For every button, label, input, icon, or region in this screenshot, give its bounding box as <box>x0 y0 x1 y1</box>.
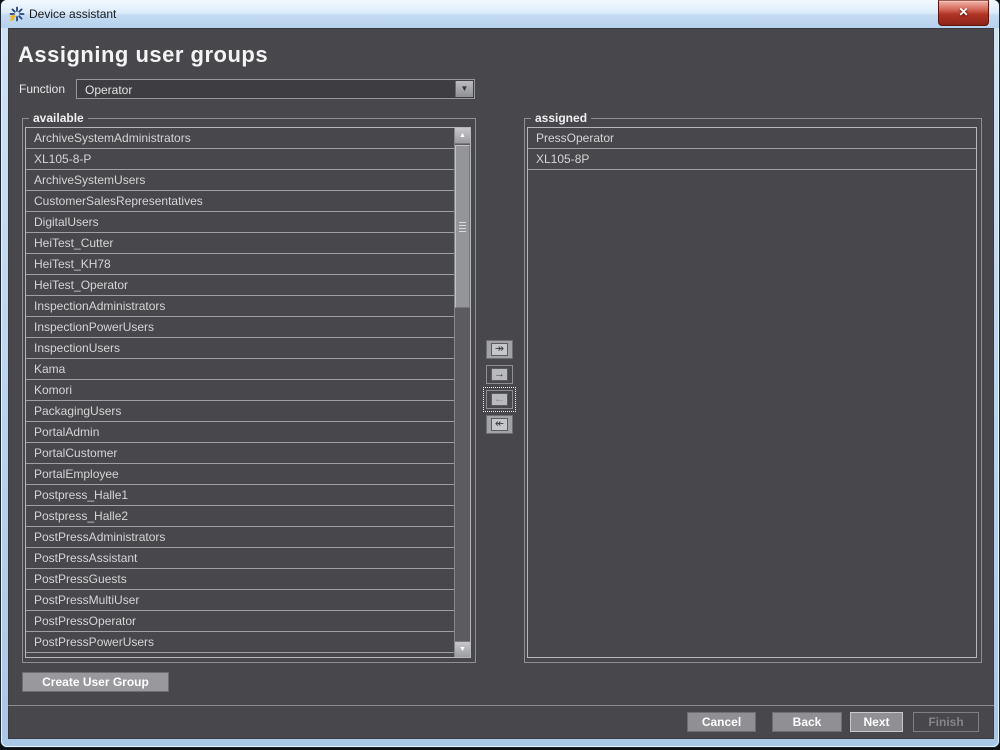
list-item[interactable]: PostPressPowerUsers <box>26 632 454 653</box>
list-item[interactable]: XL105-8P <box>528 149 976 170</box>
move-right-button[interactable]: → <box>486 365 513 384</box>
available-group-label: available <box>29 111 88 125</box>
assigned-group: assigned PressOperatorXL105-8P <box>524 118 982 663</box>
list-item[interactable]: HeiTest_Cutter <box>26 233 454 254</box>
function-dropdown[interactable]: Operator ▼ <box>76 79 475 99</box>
finish-button: Finish <box>913 712 979 732</box>
list-item[interactable]: InspectionAdministrators <box>26 296 454 317</box>
cancel-button[interactable]: Cancel <box>687 712 756 732</box>
list-item[interactable]: XL105-8-P <box>26 149 454 170</box>
list-item[interactable]: PostPressMultiUser <box>26 590 454 611</box>
double-arrow-left-icon: ↞ <box>491 418 508 431</box>
list-item[interactable]: PortalAdmin <box>26 422 454 443</box>
scrollbar-grip <box>459 222 466 232</box>
list-item[interactable]: PackagingUsers <box>26 401 454 422</box>
list-item[interactable]: ArchiveSystemAdministrators <box>26 128 454 149</box>
list-item[interactable]: InspectionPowerUsers <box>26 317 454 338</box>
scroll-down-icon[interactable]: ▼ <box>455 641 470 657</box>
move-all-right-button[interactable]: ↠ <box>486 340 513 359</box>
list-item[interactable]: PressOperator <box>528 128 976 149</box>
scroll-up-icon[interactable]: ▲ <box>455 128 470 144</box>
list-item[interactable]: HeiTest_KH78 <box>26 254 454 275</box>
create-user-group-button[interactable]: Create User Group <box>22 672 169 692</box>
move-all-left-button[interactable]: ↞ <box>486 415 513 434</box>
function-label: Function <box>19 82 65 96</box>
back-button[interactable]: Back <box>772 712 842 732</box>
assigned-group-label: assigned <box>531 111 591 125</box>
title-bar[interactable]: Device assistant ✕ <box>1 0 999 28</box>
list-item[interactable]: Postpress_Halle2 <box>26 506 454 527</box>
list-item[interactable]: PortalCustomer <box>26 443 454 464</box>
window-title: Device assistant <box>29 7 116 21</box>
list-item[interactable]: InspectionUsers <box>26 338 454 359</box>
available-group: available ArchiveSystemAdministratorsXL1… <box>22 118 476 663</box>
list-item[interactable]: PostPressOperator <box>26 611 454 632</box>
available-listbox: ArchiveSystemAdministratorsXL105-8-PArch… <box>25 127 471 658</box>
dialog-content: Assigning user groups Function Operator … <box>8 28 994 739</box>
assigned-listbox: PressOperatorXL105-8P <box>527 127 977 658</box>
available-list: ArchiveSystemAdministratorsXL105-8-PArch… <box>26 128 454 657</box>
chevron-down-icon[interactable]: ▼ <box>455 81 473 97</box>
list-item[interactable]: Komori <box>26 380 454 401</box>
function-selected-value: Operator <box>85 82 132 98</box>
list-item[interactable]: Postpress_Halle1 <box>26 485 454 506</box>
list-item[interactable]: Kama <box>26 359 454 380</box>
list-item[interactable]: PostPressAdministrators <box>26 527 454 548</box>
window-frame: Device assistant ✕ Assigning user groups… <box>1 0 999 747</box>
list-item[interactable]: PostPressAssistant <box>26 548 454 569</box>
assigned-list: PressOperatorXL105-8P <box>528 128 976 657</box>
arrow-right-icon: → <box>491 368 508 381</box>
next-button[interactable]: Next <box>850 712 903 732</box>
double-arrow-right-icon: ↠ <box>491 343 508 356</box>
scrollbar-thumb[interactable] <box>455 145 470 308</box>
close-button[interactable]: ✕ <box>938 0 989 26</box>
available-scrollbar[interactable]: ▲ ▼ <box>454 128 470 657</box>
list-item[interactable]: HeiTest_Operator <box>26 275 454 296</box>
list-item[interactable]: PortalEmployee <box>26 464 454 485</box>
list-item[interactable]: PostPressGuests <box>26 569 454 590</box>
app-icon <box>9 6 25 22</box>
page-title: Assigning user groups <box>18 42 268 68</box>
move-left-button[interactable]: ← <box>486 390 513 409</box>
list-item[interactable]: DigitalUsers <box>26 212 454 233</box>
list-item[interactable]: ArchiveSystemUsers <box>26 170 454 191</box>
arrow-left-icon: ← <box>491 393 508 406</box>
list-item[interactable]: CustomerSalesRepresentatives <box>26 191 454 212</box>
footer-divider <box>8 705 994 706</box>
screenshot-root: Device assistant ✕ Assigning user groups… <box>0 0 1000 750</box>
